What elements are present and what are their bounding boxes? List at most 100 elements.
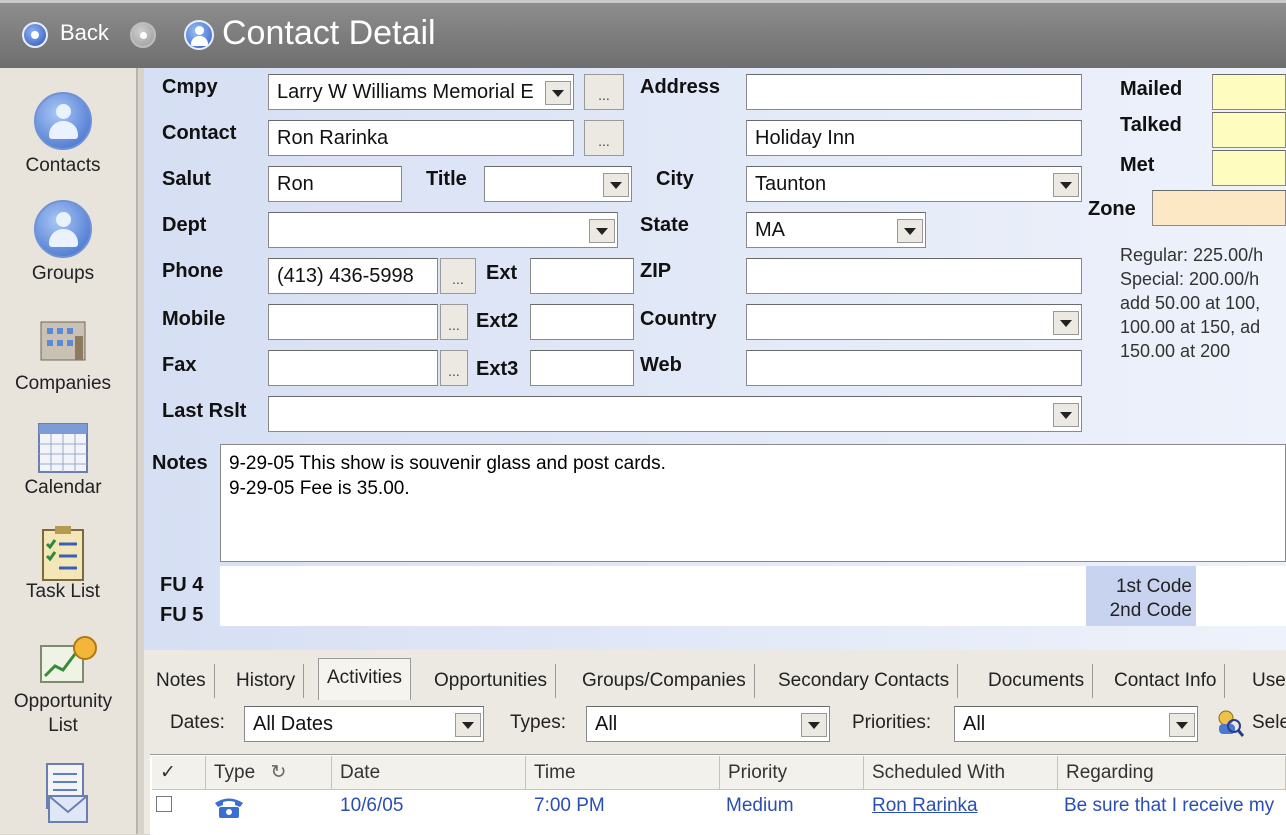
sidebar: Contacts Groups Companies Calendar Task … — [0, 68, 138, 834]
country-label: Country — [640, 308, 717, 330]
first-code-label: 1st Code — [1115, 576, 1192, 597]
ext-label: Ext — [486, 262, 518, 284]
tab-opportunities[interactable]: Opportunities — [426, 664, 557, 698]
company-select[interactable]: Larry W Williams Memorial E — [268, 74, 574, 110]
tab-groups-companies[interactable]: Groups/Companies — [574, 664, 755, 698]
dates-filter-value: All Dates — [253, 713, 334, 735]
sidebar-item-calendar[interactable]: Calendar — [0, 420, 126, 500]
types-filter-select[interactable]: All — [586, 706, 830, 742]
chevron-down-icon[interactable] — [589, 219, 615, 243]
address-line2-field[interactable]: Holiday Inn — [746, 120, 1082, 156]
activity-priority: Medium — [726, 795, 794, 816]
fax-field[interactable] — [268, 350, 438, 386]
tab-notes[interactable]: Notes — [148, 664, 215, 698]
notes-textarea[interactable]: 9-29-05 This show is souvenir glass and … — [220, 444, 1286, 562]
tab-documents[interactable]: Documents — [980, 664, 1094, 698]
column-header-check[interactable]: ✓ — [152, 756, 206, 790]
talked-field[interactable] — [1212, 112, 1286, 148]
contact-field[interactable]: Ron Rarinka — [268, 120, 574, 156]
title-select[interactable] — [484, 166, 632, 202]
sidebar-item-companies[interactable]: Companies — [0, 316, 126, 396]
code-field[interactable] — [1196, 566, 1286, 626]
met-field[interactable] — [1212, 150, 1286, 186]
fax-dial-button[interactable]: ... — [440, 350, 468, 386]
company-lookup-button[interactable]: ... — [584, 74, 624, 110]
column-header-type[interactable]: Type ↻ — [206, 756, 332, 790]
rate-line: 150.00 at 200 — [1120, 341, 1231, 361]
mobile-field[interactable] — [268, 304, 438, 340]
back-button-label[interactable]: Back — [60, 20, 109, 46]
country-select[interactable] — [746, 304, 1082, 340]
row-checkbox[interactable] — [156, 796, 172, 812]
second-code-label: 2nd Code — [1109, 600, 1192, 621]
column-header-scheduled-with[interactable]: Scheduled With — [864, 756, 1058, 790]
column-header-priority[interactable]: Priority — [720, 756, 864, 790]
chevron-down-icon[interactable] — [545, 81, 571, 105]
tab-history[interactable]: History — [228, 664, 305, 698]
mobile-dial-button[interactable]: ... — [440, 304, 468, 340]
forward-arrow-icon[interactable] — [130, 22, 156, 48]
chevron-down-icon[interactable] — [603, 173, 629, 197]
ext3-field[interactable] — [530, 350, 634, 386]
chevron-down-icon[interactable] — [1053, 403, 1079, 427]
state-value: MA — [755, 219, 785, 241]
dates-filter-select[interactable]: All Dates — [244, 706, 484, 742]
last-rslt-label: Last Rslt — [162, 400, 247, 422]
sidebar-item-email[interactable] — [0, 762, 126, 823]
mobile-label: Mobile — [162, 308, 226, 330]
notes-line: 9-29-05 This show is souvenir glass and … — [229, 453, 666, 474]
contact-value: Ron Rarinka — [277, 127, 389, 149]
scheduled-with-link[interactable]: Ron Rarinka — [872, 792, 1052, 820]
fax-label: Fax — [162, 354, 197, 376]
chevron-down-icon[interactable] — [801, 713, 827, 737]
salut-field[interactable]: Ron — [268, 166, 402, 202]
dates-filter-label: Dates: — [170, 712, 225, 733]
follow-up-field[interactable] — [220, 566, 1086, 626]
sidebar-item-opportunity-list[interactable]: Opportunity List — [0, 634, 126, 738]
chevron-down-icon[interactable] — [897, 219, 923, 243]
checkmark-icon: ✓ — [160, 762, 176, 783]
chevron-down-icon[interactable] — [1169, 713, 1195, 737]
zip-label: ZIP — [640, 260, 672, 282]
column-header-regarding[interactable]: Regarding — [1058, 756, 1286, 790]
chevron-down-icon[interactable] — [1053, 173, 1079, 197]
tab-activities[interactable]: Activities — [318, 658, 411, 700]
address-field[interactable] — [746, 74, 1082, 110]
web-field[interactable] — [746, 350, 1082, 386]
select-button-label[interactable]: Sele — [1252, 712, 1286, 734]
select-contacts-icon[interactable] — [1214, 708, 1245, 738]
ext-field[interactable] — [530, 258, 634, 294]
zone-field[interactable] — [1152, 190, 1286, 226]
phone-field[interactable]: (413) 436-5998 — [268, 258, 438, 294]
priorities-filter-value: All — [963, 713, 986, 735]
dept-label: Dept — [162, 214, 207, 236]
state-select[interactable]: MA — [746, 212, 926, 248]
ext2-field[interactable] — [530, 304, 634, 340]
chevron-down-icon[interactable] — [1053, 311, 1079, 335]
task-list-icon — [35, 524, 91, 581]
tab-user[interactable]: Use — [1244, 664, 1286, 698]
sidebar-item-contacts[interactable]: Contacts — [0, 92, 126, 178]
talked-label: Talked — [1120, 114, 1182, 136]
phone-dial-button[interactable]: ... — [440, 258, 476, 294]
page-title: Contact Detail — [222, 14, 436, 52]
city-select[interactable]: Taunton — [746, 166, 1082, 202]
mailed-field[interactable] — [1212, 74, 1286, 110]
column-header-time[interactable]: Time — [526, 756, 720, 790]
tab-contact-info[interactable]: Contact Info — [1106, 664, 1226, 698]
chevron-down-icon[interactable] — [455, 713, 481, 737]
back-arrow-icon[interactable] — [22, 22, 48, 48]
sidebar-item-label: Companies — [14, 373, 112, 394]
sidebar-item-groups[interactable]: Groups — [0, 200, 126, 286]
last-result-select[interactable] — [268, 396, 1082, 432]
contact-lookup-button[interactable]: ... — [584, 120, 624, 156]
tab-secondary-contacts[interactable]: Secondary Contacts — [770, 664, 959, 698]
email-icon — [35, 762, 91, 823]
sidebar-item-task-list[interactable]: Task List — [0, 524, 126, 604]
priorities-filter-label: Priorities: — [852, 712, 932, 733]
column-header-date[interactable]: Date — [332, 756, 526, 790]
contact-detail-icon — [184, 20, 214, 50]
priorities-filter-select[interactable]: All — [954, 706, 1198, 742]
dept-select[interactable] — [268, 212, 618, 248]
zip-field[interactable] — [746, 258, 1082, 294]
